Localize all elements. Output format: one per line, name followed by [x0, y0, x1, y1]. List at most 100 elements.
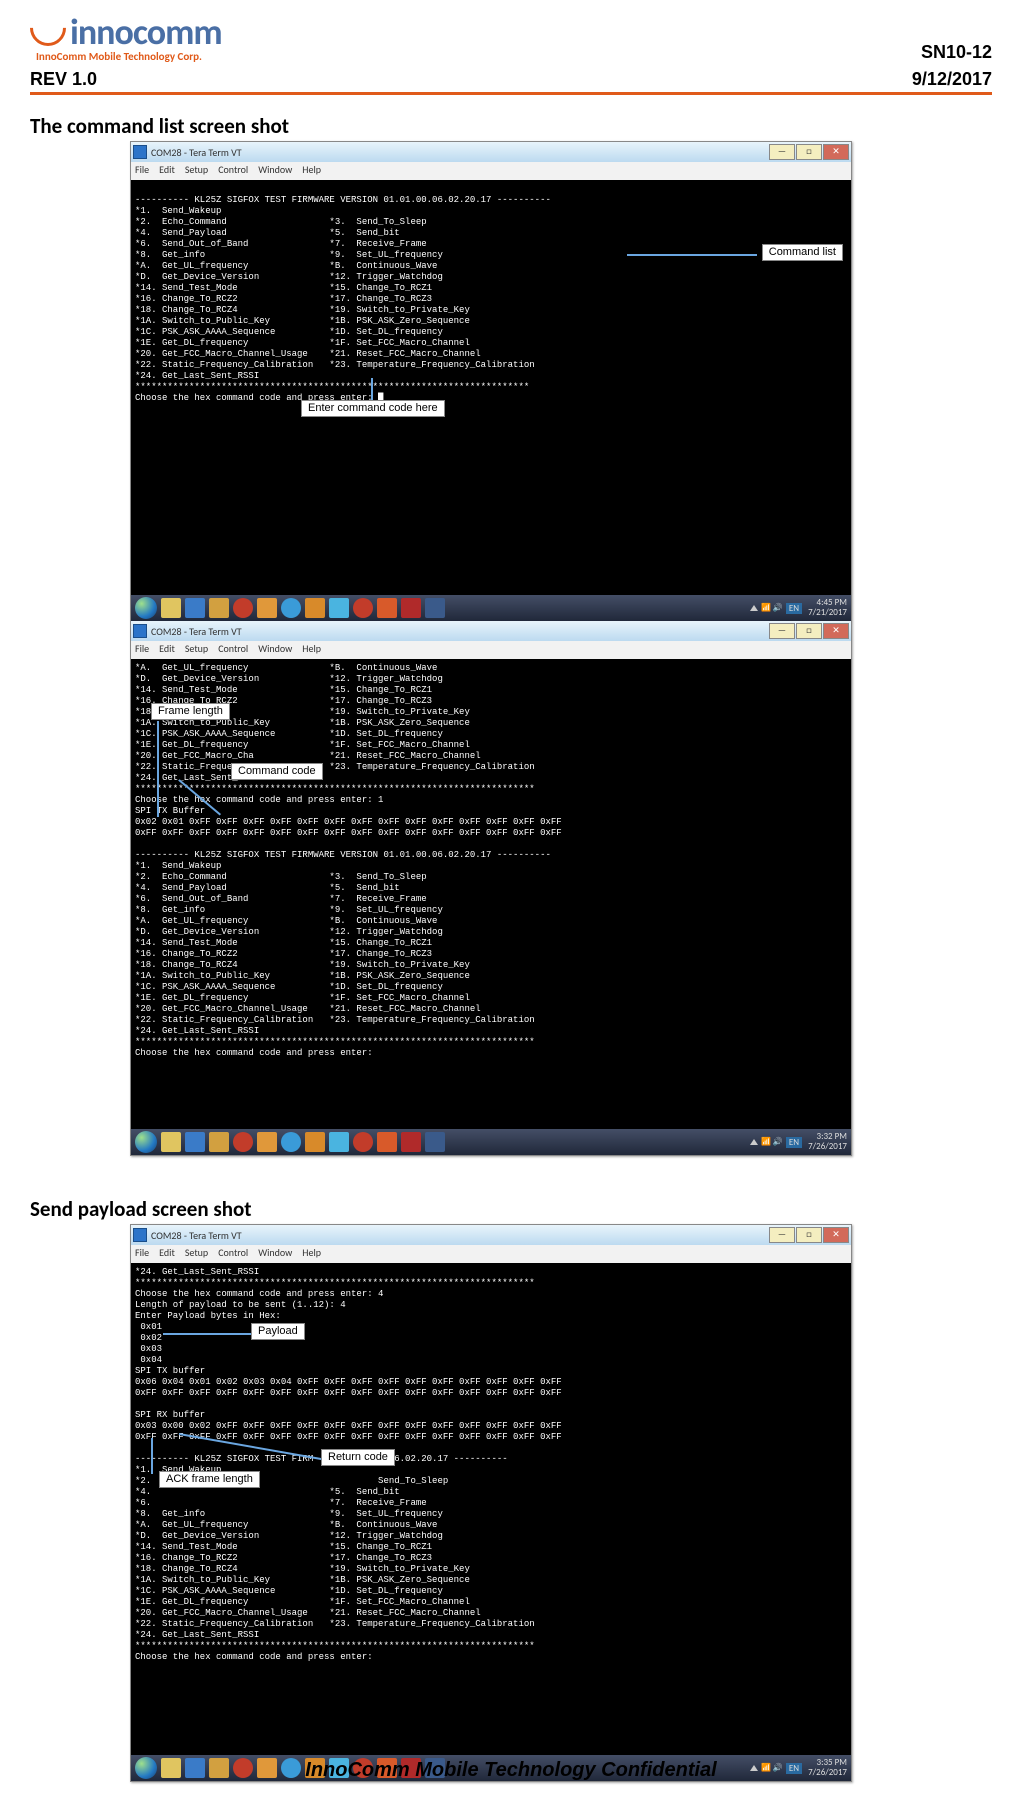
menu-setup[interactable]: Setup	[185, 1246, 208, 1262]
taskbar-clock: 4:45 PM7/21/2017	[808, 598, 847, 618]
lang-indicator[interactable]: EN	[786, 603, 802, 614]
section1-title: The command list screen shot	[30, 113, 992, 139]
taskbar-icon[interactable]	[281, 1132, 301, 1152]
window-title: COM28 - Tera Term VT	[151, 1229, 242, 1242]
close-button[interactable]: ✕	[823, 623, 849, 639]
terminal-output: ---------- KL25Z SIGFOX TEST FIRMWARE VE…	[131, 180, 851, 595]
taskbar-icon[interactable]	[209, 598, 229, 618]
callout-payload: Payload	[251, 1323, 305, 1340]
menubar: File Edit Setup Control Window Help	[131, 641, 851, 659]
menu-setup[interactable]: Setup	[185, 163, 208, 179]
menu-help[interactable]: Help	[302, 163, 321, 179]
windows-taskbar: 📶 🔊EN 3:32 PM7/26/2017	[131, 1129, 851, 1155]
confidential-notice: InnoComm Mobile Technology Confidential	[0, 1759, 1022, 1782]
menu-edit[interactable]: Edit	[159, 163, 175, 179]
callout-frame-length: Frame length	[151, 703, 230, 720]
callout-line	[371, 378, 373, 402]
menu-setup[interactable]: Setup	[185, 642, 208, 658]
minimize-button[interactable]: —	[769, 623, 795, 639]
terminal-output: *A. Get_UL_frequency *B. Continuous_Wave…	[131, 659, 851, 1129]
menu-control[interactable]: Control	[218, 163, 248, 179]
windows-taskbar: 📶 🔊EN 4:45 PM7/21/2017	[131, 595, 851, 621]
callout-command-code: Command code	[231, 763, 323, 780]
taskbar-icon[interactable]	[305, 1132, 325, 1152]
tray-arrow-icon[interactable]	[750, 1139, 758, 1145]
menu-control[interactable]: Control	[218, 642, 248, 658]
taskbar-icon[interactable]	[353, 1132, 373, 1152]
callout-return-code: Return code	[321, 1449, 395, 1466]
maximize-button[interactable]: □	[796, 1227, 822, 1243]
start-orb-icon[interactable]	[135, 597, 157, 619]
callout-ack-frame: ACK frame length	[159, 1471, 260, 1488]
taskbar-icon[interactable]	[161, 598, 181, 618]
screenshot-send-payload: COM28 - Tera Term VT — □ ✕ File Edit Set…	[130, 1224, 852, 1782]
close-button[interactable]: ✕	[823, 1227, 849, 1243]
menu-file[interactable]: File	[135, 1246, 149, 1262]
tray-arrow-icon[interactable]	[750, 605, 758, 611]
taskbar-icon[interactable]	[377, 1132, 397, 1152]
lang-indicator[interactable]: EN	[786, 1137, 802, 1148]
close-button[interactable]: ✕	[823, 144, 849, 160]
menu-file[interactable]: File	[135, 163, 149, 179]
taskbar-icon[interactable]	[401, 1132, 421, 1152]
menu-window[interactable]: Window	[258, 1246, 292, 1262]
taskbar-icon[interactable]	[185, 598, 205, 618]
taskbar-icon[interactable]	[209, 1132, 229, 1152]
taskbar-icon[interactable]	[425, 1132, 445, 1152]
menu-window[interactable]: Window	[258, 642, 292, 658]
callout-line	[151, 1438, 153, 1474]
menu-edit[interactable]: Edit	[159, 1246, 175, 1262]
app-icon	[133, 145, 147, 159]
callout-command-list: Command list	[762, 244, 843, 261]
logo-subtitle: InnoComm Mobile Technology Corp.	[36, 50, 222, 63]
menu-help[interactable]: Help	[302, 642, 321, 658]
start-orb-icon[interactable]	[135, 1131, 157, 1153]
menu-help[interactable]: Help	[302, 1246, 321, 1262]
taskbar-clock: 3:32 PM7/26/2017	[808, 1132, 847, 1152]
window-titlebar: COM28 - Tera Term VT — □ ✕	[131, 142, 851, 162]
section2-title: Send payload screen shot	[30, 1196, 992, 1222]
screenshot-command-list: COM28 - Tera Term VT — □ ✕ File Edit Set…	[130, 141, 852, 1156]
taskbar-icon[interactable]	[233, 1132, 253, 1152]
callout-line	[627, 254, 757, 256]
menu-edit[interactable]: Edit	[159, 642, 175, 658]
menu-window[interactable]: Window	[258, 163, 292, 179]
document-date: 9/12/2017	[912, 69, 992, 90]
maximize-button[interactable]: □	[796, 144, 822, 160]
menu-control[interactable]: Control	[218, 1246, 248, 1262]
document-id: SN10-12	[921, 42, 992, 63]
terminal-output: *24. Get_Last_Sent_RSSI ****************…	[131, 1263, 851, 1755]
window-titlebar: COM28 - Tera Term VT — □ ✕	[131, 621, 851, 641]
taskbar-icon[interactable]	[425, 598, 445, 618]
company-logo: innocomm InnoComm Mobile Technology Corp…	[30, 10, 222, 63]
taskbar-icon[interactable]	[329, 598, 349, 618]
header-divider	[30, 92, 992, 95]
taskbar-icon[interactable]	[233, 598, 253, 618]
window-titlebar: COM28 - Tera Term VT — □ ✕	[131, 1225, 851, 1245]
callout-enter-code: Enter command code here	[301, 400, 445, 417]
taskbar-icon[interactable]	[185, 1132, 205, 1152]
taskbar-icon[interactable]	[257, 1132, 277, 1152]
minimize-button[interactable]: —	[769, 144, 795, 160]
menubar: File Edit Setup Control Window Help	[131, 1245, 851, 1263]
taskbar-icon[interactable]	[257, 598, 277, 618]
menubar: File Edit Setup Control Window Help	[131, 162, 851, 180]
minimize-button[interactable]: —	[769, 1227, 795, 1243]
maximize-button[interactable]: □	[796, 623, 822, 639]
taskbar-icon[interactable]	[401, 598, 421, 618]
window-title: COM28 - Tera Term VT	[151, 625, 242, 638]
page-number: 11/14	[0, 1727, 1022, 1745]
taskbar-icon[interactable]	[329, 1132, 349, 1152]
callout-line	[157, 721, 159, 817]
taskbar-icon[interactable]	[281, 598, 301, 618]
taskbar-icon[interactable]	[305, 598, 325, 618]
taskbar-icon[interactable]	[161, 1132, 181, 1152]
logo-name: innocomm	[70, 10, 222, 54]
menu-file[interactable]: File	[135, 642, 149, 658]
callout-line	[163, 1333, 251, 1335]
logo-arc-icon	[23, 3, 74, 54]
window-title: COM28 - Tera Term VT	[151, 146, 242, 159]
app-icon	[133, 1228, 147, 1242]
taskbar-icon[interactable]	[377, 598, 397, 618]
taskbar-icon[interactable]	[353, 598, 373, 618]
